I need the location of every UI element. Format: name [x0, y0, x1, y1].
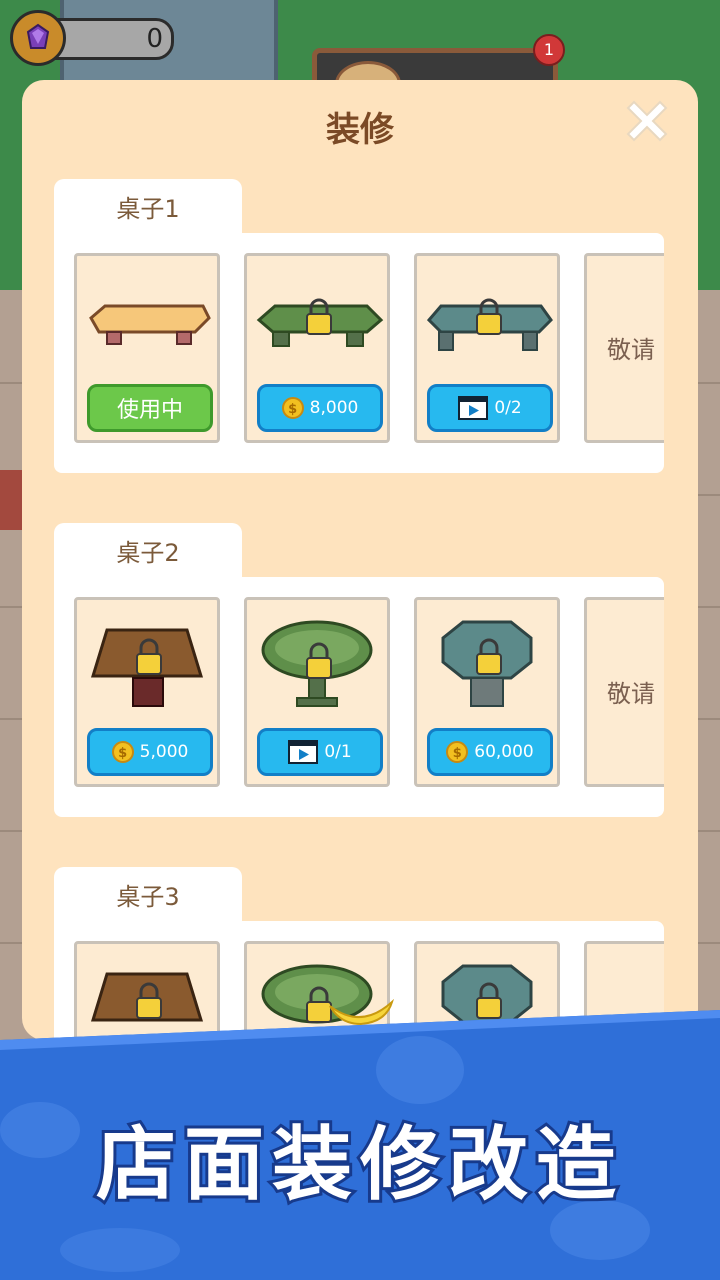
coin-icon: $ — [111, 741, 134, 763]
tab-label: 桌子1 — [116, 195, 180, 223]
section-tab: 桌子1 — [54, 179, 242, 235]
item-card[interactable]: $ 8,000 — [244, 253, 390, 443]
wood-bench-table-art — [89, 304, 211, 345]
tab-label: 桌子3 — [116, 883, 180, 911]
item-card[interactable]: $ 60,000 — [414, 597, 560, 787]
buy-with-coins-button[interactable]: $ 60,000 — [427, 728, 553, 776]
promo-title: 店面装修改造 — [93, 1115, 624, 1214]
green-oval-table-art — [261, 620, 373, 707]
close-button[interactable] — [618, 92, 676, 150]
item-card[interactable]: 0/2 — [414, 253, 560, 443]
items-panel: 使用中 $ 8,000 0/2 敬请 — [54, 233, 664, 473]
button-label: 60,000 — [474, 742, 534, 762]
section-tab: 桌子2 — [54, 523, 242, 579]
button-label: 使用中 — [116, 398, 183, 423]
buy-with-coins-button[interactable]: $ 5,000 — [87, 728, 213, 776]
teal-octagon-table-art — [441, 620, 533, 707]
button-label: 5,000 — [139, 742, 189, 762]
green-bench-table-art — [256, 298, 384, 347]
video-icon — [288, 740, 319, 764]
items-panel: $ 5,000 0/1 $ 60,000 敬请 — [54, 577, 664, 817]
coin-icon: $ — [281, 397, 304, 419]
in-use-button[interactable]: 使用中 — [87, 384, 213, 432]
gem-count: 0 — [146, 24, 163, 54]
button-label: 8,000 — [309, 398, 359, 418]
coming-soon-card: 敬请 — [584, 253, 664, 443]
item-card[interactable]: 0/1 — [244, 597, 390, 787]
gem-icon — [10, 10, 66, 66]
coming-soon-label: 敬请 — [607, 680, 655, 708]
section-tab: 桌子3 — [54, 867, 242, 923]
watch-video-button[interactable]: 0/1 — [257, 728, 383, 776]
button-label: 0/2 — [494, 398, 522, 418]
video-icon — [458, 396, 489, 420]
coming-soon-card: 敬请 — [584, 597, 664, 787]
wood-square-table-art — [90, 628, 204, 707]
buy-with-coins-button[interactable]: $ 8,000 — [257, 384, 383, 432]
watch-video-button[interactable]: 0/2 — [427, 384, 553, 432]
item-card[interactable]: 使用中 — [74, 253, 220, 443]
close-icon — [626, 100, 668, 142]
notification-badge: 1 — [533, 34, 565, 66]
coin-icon: $ — [446, 741, 469, 763]
modal-title: 装修 — [326, 110, 394, 150]
coming-soon-label: 敬请 — [607, 336, 655, 364]
button-label: 0/1 — [324, 742, 352, 762]
tab-label: 桌子2 — [116, 539, 180, 567]
decoration-modal: 装修 桌子1 使用中 $ 8,000 0/2 敬请 桌子2 $ 5,000 0/… — [22, 80, 698, 1040]
teal-bench-table-art — [426, 298, 553, 351]
item-card[interactable]: $ 5,000 — [74, 597, 220, 787]
